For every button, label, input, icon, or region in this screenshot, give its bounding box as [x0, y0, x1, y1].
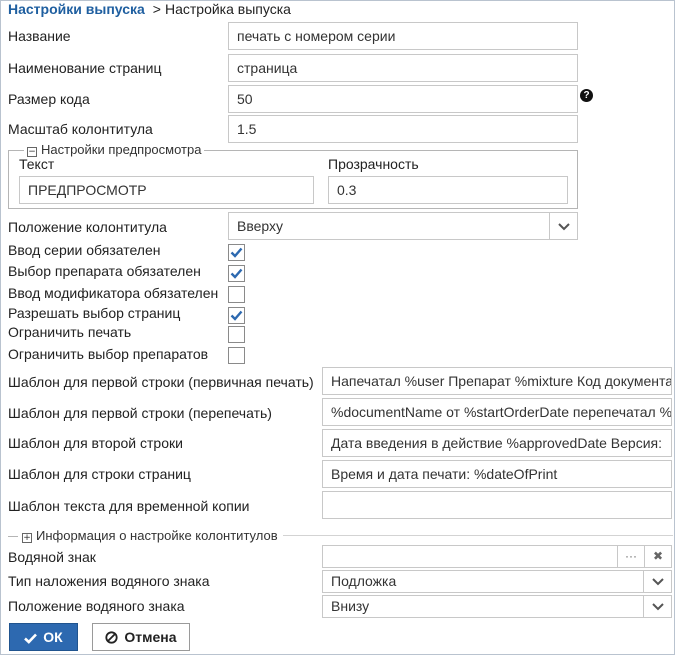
template-pages-line-label: Шаблон для строки страниц: [8, 466, 191, 482]
breadcrumb-current: Настройка выпуска: [164, 1, 291, 17]
preview-text-label: Текст: [19, 156, 55, 172]
template-second-line-label: Шаблон для второй строки: [8, 435, 183, 451]
product-required-checkbox[interactable]: [228, 265, 245, 282]
template-first-line-input[interactable]: Напечатал %user Препарат %mixture Код до…: [322, 367, 672, 395]
clear-icon[interactable]: ✖: [644, 546, 671, 567]
chevron-down-icon[interactable]: [643, 571, 671, 592]
preview-opacity-label: Прозрачность: [328, 156, 419, 172]
modifier-required-checkbox[interactable]: [228, 286, 245, 303]
watermark-position-label: Положение водяного знака: [8, 598, 185, 614]
checkmark-icon: [230, 247, 243, 258]
breadcrumb-separator: >: [152, 1, 161, 17]
chevron-down-icon[interactable]: [643, 596, 671, 617]
template-reprint-input[interactable]: %documentName от %startOrderDate перепеч…: [322, 398, 672, 426]
watermark-field[interactable]: ··· ✖: [322, 545, 672, 568]
checkmark-icon: [230, 268, 243, 279]
checkbox-label-allow-page-select: Разрешать выбор страниц: [8, 305, 181, 321]
breadcrumb-root-link[interactable]: Настройки выпуска: [8, 1, 145, 17]
watermark-position-value: Внизу: [331, 598, 370, 614]
footer-info-legend[interactable]: + Информация о настройке колонтитулов: [8, 528, 673, 543]
divider-line: [8, 536, 18, 538]
browse-icon[interactable]: ···: [617, 546, 644, 567]
limit-products-checkbox[interactable]: [228, 347, 245, 364]
checkbox-label-limit-print: Ограничить печать: [8, 324, 132, 340]
watermark-type-select[interactable]: Подложка: [322, 570, 672, 593]
help-icon[interactable]: ?: [580, 89, 593, 102]
code-size-label: Размер кода: [8, 91, 90, 107]
preview-text-input[interactable]: ПРЕДПРОСМОТР: [19, 176, 314, 204]
ok-button-label: ОК: [43, 629, 63, 645]
template-pages-line-input[interactable]: Время и дата печати: %dateOfPrint: [322, 460, 672, 488]
ban-icon: [105, 631, 119, 644]
footer-position-value: Вверху: [237, 218, 284, 234]
preview-opacity-input[interactable]: 0.3: [328, 176, 568, 204]
watermark-type-value: Подложка: [331, 573, 397, 589]
footer-info-title: Информация о настройке колонтитулов: [36, 528, 278, 543]
divider-line: [283, 535, 673, 536]
pages-name-label: Наименование страниц: [8, 60, 162, 76]
code-size-input[interactable]: 50: [228, 85, 578, 113]
series-required-checkbox[interactable]: [228, 244, 245, 261]
checkbox-label-modifier-required: Ввод модификатора обязателен: [8, 285, 219, 301]
cancel-button-label: Отмена: [124, 629, 177, 645]
preview-settings-legend[interactable]: − Настройки предпросмотра: [24, 142, 205, 157]
preview-settings-title: Настройки предпросмотра: [41, 142, 202, 157]
footer-position-select[interactable]: Вверху: [228, 212, 578, 240]
footer-scale-input[interactable]: 1.5: [228, 115, 578, 143]
limit-print-checkbox[interactable]: [228, 326, 245, 343]
name-label: Название: [8, 28, 71, 44]
watermark-type-label: Тип наложения водяного знака: [8, 573, 210, 589]
template-second-line-input[interactable]: Дата введения в действие %approvedDate В…: [322, 429, 672, 457]
watermark-label: Водяной знак: [8, 549, 96, 565]
checkbox-label-series-required: Ввод серии обязателен: [8, 242, 161, 258]
cancel-button[interactable]: Отмена: [92, 623, 190, 651]
breadcrumb: Настройки выпуска > Настройка выпуска: [8, 1, 291, 17]
allow-page-select-checkbox[interactable]: [228, 307, 245, 324]
name-input[interactable]: печать с номером серии: [228, 22, 578, 50]
expand-icon[interactable]: +: [22, 533, 32, 543]
template-temp-copy-input[interactable]: [322, 491, 672, 519]
template-reprint-label: Шаблон для первой строки (перепечать): [8, 405, 272, 421]
ok-button[interactable]: ОК: [9, 623, 78, 651]
chevron-down-icon[interactable]: [549, 213, 577, 239]
template-temp-copy-label: Шаблон текста для временной копии: [8, 498, 250, 514]
checkmark-icon: [230, 310, 243, 321]
pages-name-input[interactable]: страница: [228, 54, 578, 82]
check-icon: [24, 633, 38, 644]
checkbox-label-product-required: Выбор препарата обязателен: [8, 263, 201, 279]
watermark-position-select[interactable]: Внизу: [322, 595, 672, 618]
template-first-line-label: Шаблон для первой строки (первичная печа…: [8, 374, 314, 390]
footer-position-label: Положение колонтитула: [8, 219, 167, 235]
checkbox-label-limit-products: Ограничить выбор препаратов: [8, 346, 209, 362]
footer-scale-label: Масштаб колонтитула: [8, 121, 153, 137]
